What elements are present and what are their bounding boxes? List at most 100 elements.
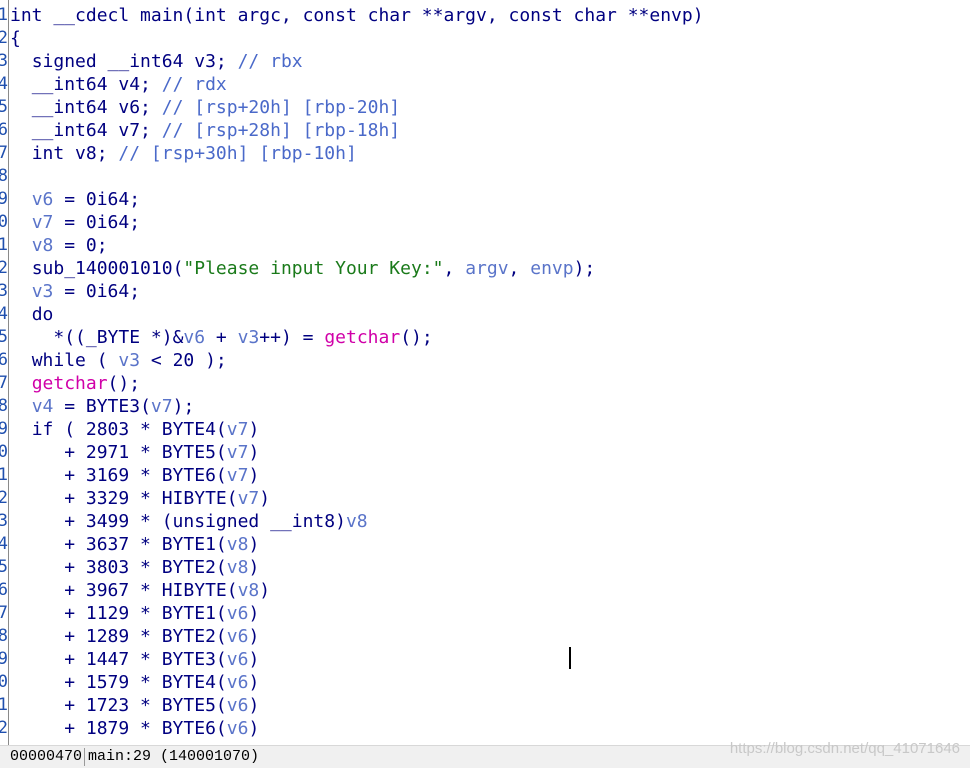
code-line[interactable]: + 3967 * HIBYTE(v8) [10,579,270,602]
code-token-var[interactable]: v4 [32,396,54,417]
code-token-call[interactable]: getchar [324,327,400,348]
code-token-var[interactable]: v3 [32,281,54,302]
code-token-var[interactable]: v8 [346,511,368,532]
code-token-var[interactable]: v7 [32,212,54,233]
code-token-var[interactable]: v8 [227,557,249,578]
line-number: 3 [0,50,8,73]
code-token-var[interactable]: v6 [227,603,249,624]
code-line[interactable]: __int64 v4; // rdx [10,73,227,96]
pseudocode-view[interactable]: 12345678901234567890123456789012 int __c… [0,0,970,745]
code-token-var[interactable]: v7 [227,465,249,486]
code-token-var[interactable]: v8 [238,580,260,601]
code-line[interactable]: v8 = 0; [10,234,108,257]
code-token-var[interactable]: v6 [227,695,249,716]
line-number: 3 [0,280,8,303]
code-token-var[interactable]: v6 [227,672,249,693]
code-token-plain: + 1879 * BYTE6( [64,718,227,739]
code-line[interactable]: signed __int64 v3; // rbx [10,50,303,73]
line-number: 0 [0,441,8,464]
code-token-plain: int __cdecl main(int argc, const char **… [10,5,704,26]
code-line[interactable]: + 3637 * BYTE1(v8) [10,533,259,556]
code-line[interactable]: + 3329 * HIBYTE(v7) [10,487,270,510]
code-line[interactable]: int __cdecl main(int argc, const char **… [10,4,704,27]
code-token-plain: ) [259,488,271,509]
code-token-var[interactable]: v3 [118,350,140,371]
code-line[interactable]: { [10,27,21,50]
code-line[interactable]: + 1289 * BYTE2(v6) [10,625,259,648]
code-token-plain: ) [248,626,260,647]
code-line[interactable]: v4 = BYTE3(v7); [10,395,195,418]
code-line[interactable]: + 3169 * BYTE6(v7) [10,464,259,487]
code-line[interactable]: v6 = 0i64; [10,188,140,211]
code-line[interactable]: v7 = 0i64; [10,211,140,234]
code-token-plain: ) [248,534,260,555]
code-token-var[interactable]: v7 [227,419,249,440]
code-line[interactable]: v3 = 0i64; [10,280,140,303]
code-token-var[interactable]: v8 [32,235,54,256]
code-line[interactable]: + 3803 * BYTE2(v8) [10,556,259,579]
code-token-var[interactable]: argv [465,258,508,279]
code-token-var[interactable]: v6 [32,189,54,210]
code-line[interactable]: sub_140001010("Please input Your Key:", … [10,257,596,280]
code-line[interactable]: + 1447 * BYTE3(v6) [10,648,259,671]
code-token-call[interactable]: getchar [32,373,108,394]
code-token-plain: + 1289 * BYTE2( [64,626,227,647]
code-token-plain: , [443,258,466,279]
code-line[interactable]: __int64 v6; // [rsp+20h] [rbp-20h] [10,96,400,119]
code-line[interactable]: getchar(); [10,372,140,395]
code-token-var[interactable]: v6 [227,718,249,739]
code-token-plain: + 3803 * BYTE2( [64,557,227,578]
code-token-plain: if ( 2803 * BYTE4( [31,419,227,440]
code-token-var[interactable]: v3 [238,327,260,348]
code-token-var[interactable]: v7 [238,488,260,509]
code-line[interactable]: *((_BYTE *)&v6 + v3++) = getchar(); [10,326,432,349]
code-line[interactable]: __int64 v7; // [rsp+28h] [rbp-18h] [10,119,400,142]
code-token-plain: + 3499 * (unsigned __int8) [64,511,346,532]
code-token-var[interactable]: v7 [227,442,249,463]
line-number: 5 [0,556,8,579]
code-token-com: // rbx [237,51,303,72]
code-line[interactable]: int v8; // [rsp+30h] [rbp-10h] [10,142,357,165]
line-number: 8 [0,625,8,648]
code-line[interactable]: + 1723 * BYTE5(v6) [10,694,259,717]
code-line[interactable]: + 2971 * BYTE5(v7) [10,441,259,464]
line-number: 6 [0,119,8,142]
code-token-plain: ) [248,603,260,624]
pseudocode-text-area[interactable]: int __cdecl main(int argc, const char **… [10,0,970,745]
code-token-var[interactable]: v6 [183,327,205,348]
status-bar: 00000470 main:29 (140001070) https://blo… [0,740,970,768]
code-token-var[interactable]: v6 [227,649,249,670]
line-number: 1 [0,234,8,257]
code-token-var[interactable]: v8 [227,534,249,555]
code-token-plain: sub_140001010( [31,258,184,279]
code-line[interactable]: + 1129 * BYTE1(v6) [10,602,259,625]
line-number: 3 [0,510,8,533]
code-line[interactable]: + 1579 * BYTE4(v6) [10,671,259,694]
code-token-plain: ) [248,419,260,440]
code-line[interactable]: do [10,303,54,326]
code-token-plain: = BYTE3( [53,396,151,417]
code-token-plain: signed __int64 v3; [31,51,238,72]
code-line[interactable]: + 1879 * BYTE6(v6) [10,717,259,740]
code-line[interactable]: + 3499 * (unsigned __int8)v8 [10,510,368,533]
code-token-plain: = 0i64; [53,189,141,210]
line-number: 9 [0,648,8,671]
code-token-var[interactable]: v6 [227,626,249,647]
code-token-var[interactable]: envp [530,258,573,279]
line-number: 2 [0,487,8,510]
code-token-plain: (); [107,373,141,394]
code-token-plain: ) [248,695,260,716]
code-token-var[interactable]: v7 [151,396,173,417]
code-line[interactable]: if ( 2803 * BYTE4(v7) [10,418,260,441]
code-line[interactable]: while ( v3 < 20 ); [10,349,227,372]
